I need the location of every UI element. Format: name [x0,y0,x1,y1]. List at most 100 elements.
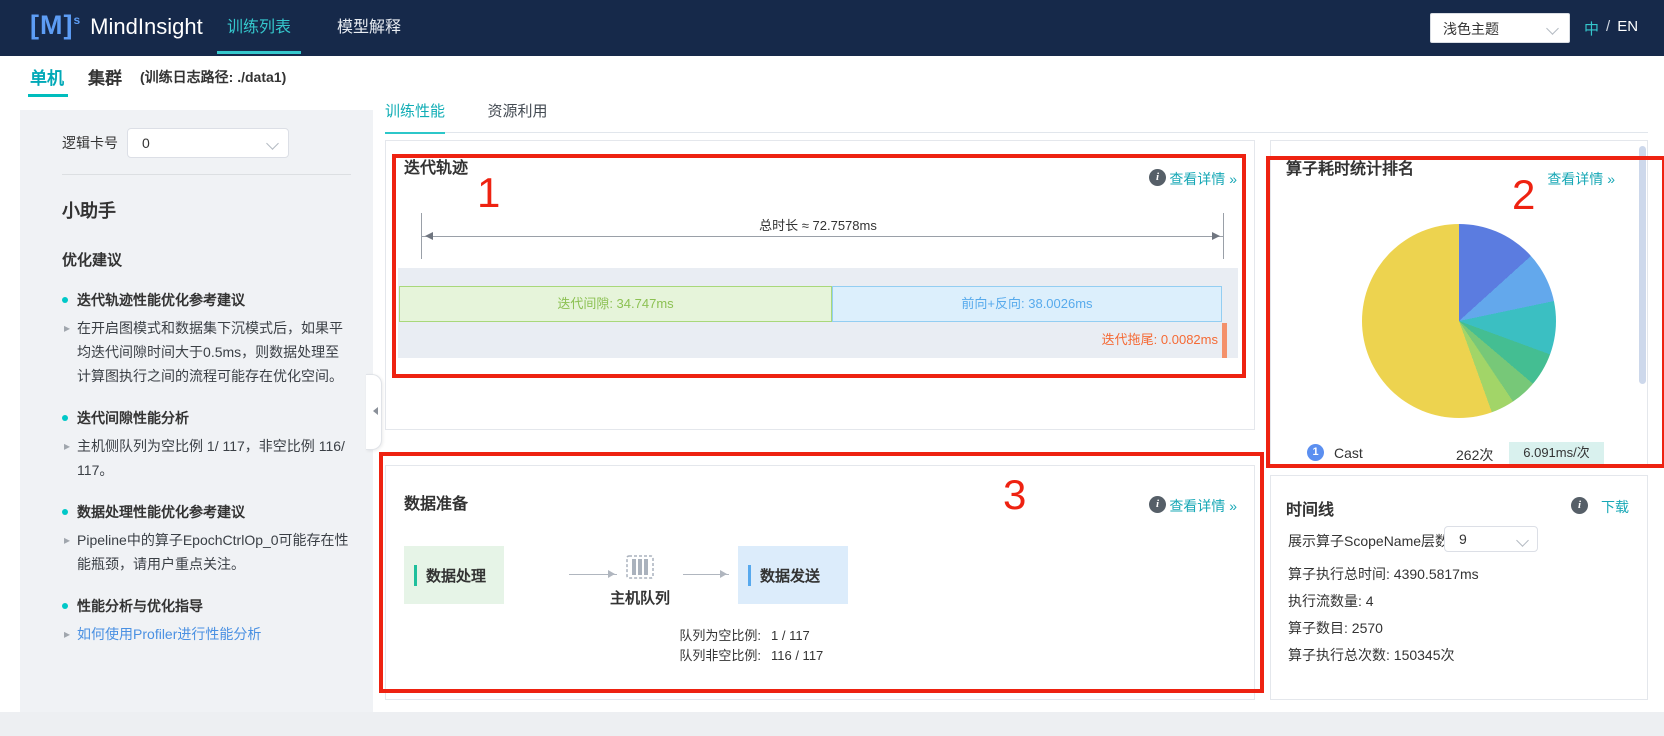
op-exec-count: 算子执行总次数: 150345次 [1288,645,1455,665]
suggestion-item-title: 数据处理性能优化参考建议 [62,502,351,522]
data-preparation-panel: 数据准备 i 查看详情 » 数据处理 主机队列 数据发送 队列为空比例: 1 /… [385,465,1255,700]
nav-tab-model-explain[interactable]: 模型解释 [325,0,413,56]
suggestion-item-title: 迭代间隙性能分析 [62,408,351,428]
lang-zh-link[interactable]: 中 [1584,18,1599,39]
tab-training-performance[interactable]: 训练性能 [385,100,445,134]
panel-title: 算子耗时统计排名 [1286,155,1414,179]
view-details-link[interactable]: 查看详情 » [1547,169,1615,189]
logic-card-select[interactable]: 0 [127,128,289,158]
iteration-tail-label: 迭代拖尾: 0.0082ms [1102,329,1218,348]
assistant-sidebar: 逻辑卡号 0 小助手 优化建议 迭代轨迹性能优化参考建议 ▸在开启图模式和数据集… [20,110,373,712]
host-queue-icon [621,554,659,580]
logo-bracket: [M] [30,10,73,41]
queue-nonempty-ratio: 队列非空比例: 116 / 117 [506,646,1026,666]
queue-ratio-stats: 队列为空比例: 1 / 117 队列非空比例: 116 / 117 [506,626,1026,666]
panel-title: 迭代轨迹 [404,154,468,178]
nav-tabs: 训练列表 模型解释 [215,0,435,56]
mindinsight-app: [M]s MindInsight 训练列表 模型解释 浅色主题 中 / EN 单… [0,0,1664,736]
view-details-link[interactable]: 查看详情 » [1169,496,1237,516]
info-icon[interactable]: i [1149,169,1166,186]
suggestion-item-title: 迭代轨迹性能优化参考建议 [62,290,351,310]
suggestion-item: 性能分析与优化指导 ▸ 如何使用Profiler进行性能分析 [62,596,351,646]
theme-select-value: 浅色主题 [1443,21,1499,37]
logic-card-label: 逻辑卡号 [62,133,118,153]
suggestion-item-title: 性能分析与优化指导 [62,596,351,616]
host-queue-node[interactable]: 主机队列 [597,554,683,608]
suggestion-item: 数据处理性能优化参考建议 ▸Pipeline中的算子EpochCtrlOp_0可… [62,502,351,576]
timeline-panel: 时间线 i 下载 展示算子ScopeName层数: 9 算子执行总时间: 439… [1270,475,1648,700]
host-queue-label: 主机队列 [597,587,683,608]
tab-cluster[interactable]: 集群 [88,64,122,89]
stream-count: 执行流数量: 4 [1288,591,1374,611]
legend-row[interactable]: 1 Cast 262次 6.091ms/次 [1271,442,1649,466]
active-tab-underline [28,94,68,97]
tab-single-machine[interactable]: 单机 [30,64,64,89]
sidebar-collapse-handle[interactable] [366,374,382,450]
mindinsight-logo[interactable]: [M]s MindInsight [30,10,203,41]
total-duration-ruler: 总时长 ≈ 72.7578ms [398,213,1238,263]
download-link[interactable]: 下载 [1601,497,1629,517]
triangle-right-icon: ▸ [64,622,70,646]
suggestion-item: 迭代间隙性能分析 ▸主机侧队列为空比例 1/ 117，非空比例 116/ 117… [62,408,351,482]
panel-title: 数据准备 [404,490,468,514]
triangle-right-icon: ▸ [64,528,70,576]
nav-tab-training-list[interactable]: 训练列表 [215,0,303,56]
chevron-down-icon [266,137,279,150]
data-send-label: 数据发送 [748,565,848,586]
operator-count: 262次 [1456,445,1493,465]
scope-depth-value: 9 [1459,531,1467,547]
sub-navbar: 单机 集群 (训练日志路径: ./data1) [0,56,1664,100]
logic-card-row: 逻辑卡号 0 [62,128,351,158]
trace-segments-container: 迭代间隙: 34.747ms 前向+反向: 38.0026ms 迭代拖尾: 0.… [398,268,1238,358]
lang-en-link[interactable]: EN [1617,18,1638,39]
operator-avg-time: 6.091ms/次 [1509,442,1604,464]
lang-separator: / [1606,18,1610,39]
info-icon[interactable]: i [1571,497,1588,514]
theme-select[interactable]: 浅色主题 [1430,13,1570,43]
iteration-trace-panel: 迭代轨迹 i 查看详情 » 总时长 ≈ 72.7578ms 迭代间隙: 34.7… [385,140,1255,430]
triangle-right-icon: ▸ [64,434,70,482]
flow-arrow-icon [683,574,729,575]
language-switch: 中 / EN [1584,18,1638,39]
sidebar-divider [62,174,351,175]
suggestion-item-desc: ▸ 如何使用Profiler进行性能分析 [62,622,351,646]
logo-superscript: s [73,13,80,27]
tab-resource-utilization[interactable]: 资源利用 [487,100,547,132]
panel-title: 时间线 [1286,496,1334,520]
operator-name: Cast [1334,445,1363,461]
operator-time-ranking-panel: 算子耗时统计排名 查看详情 » 1 Cast 262次 6.091ms/次 [1270,140,1648,467]
suggestion-item-desc: ▸在开启图模式和数据集下沉模式后，如果平均迭代间隙时间大于0.5ms，则数据处理… [62,316,351,388]
suggestions-title: 优化建议 [62,249,351,270]
assistant-title: 小助手 [62,197,351,223]
total-duration-label: 总时长 ≈ 72.7578ms [398,215,1238,234]
training-log-path: (训练日志路径: ./data1) [140,67,286,87]
main-tab-bar: 训练性能 资源利用 [385,100,1648,133]
triangle-left-icon [369,407,378,415]
operator-pie-chart[interactable] [1362,224,1556,418]
profiler-help-link[interactable]: 如何使用Profiler进行性能分析 [77,622,351,646]
suggestion-item-desc: ▸Pipeline中的算子EpochCtrlOp_0可能存在性能瓶颈，请用户重点… [62,528,351,576]
suggestion-item-desc: ▸主机侧队列为空比例 1/ 117，非空比例 116/ 117。 [62,434,351,482]
chevron-down-icon [1516,534,1529,547]
scope-depth-label: 展示算子ScopeName层数: [1288,528,1453,554]
logo-text: MindInsight [90,14,203,40]
iteration-gap-bar[interactable]: 迭代间隙: 34.747ms [399,286,832,322]
iteration-tail-bar[interactable] [1222,323,1227,358]
bullet-icon [62,603,68,609]
info-icon[interactable]: i [1149,496,1166,513]
scrollbar-thumb[interactable] [1639,146,1646,384]
rank-badge: 1 [1307,444,1324,461]
triangle-right-icon: ▸ [64,316,70,388]
suggestion-item: 迭代轨迹性能优化参考建议 ▸在开启图模式和数据集下沉模式后，如果平均迭代间隙时间… [62,290,351,388]
bullet-icon [62,415,68,421]
page-bottom-strip [0,712,1664,736]
data-process-node[interactable]: 数据处理 [404,546,504,604]
chevron-down-icon [1546,22,1559,35]
scope-depth-select[interactable]: 9 [1444,526,1538,552]
logic-card-value: 0 [142,135,150,151]
data-send-node[interactable]: 数据发送 [738,546,848,604]
double-arrow-line [422,236,1223,237]
top-navbar: [M]s MindInsight 训练列表 模型解释 浅色主题 中 / EN [0,0,1664,56]
view-details-link[interactable]: 查看详情 » [1169,169,1237,189]
forward-backward-bar[interactable]: 前向+反向: 38.0026ms [832,286,1222,322]
